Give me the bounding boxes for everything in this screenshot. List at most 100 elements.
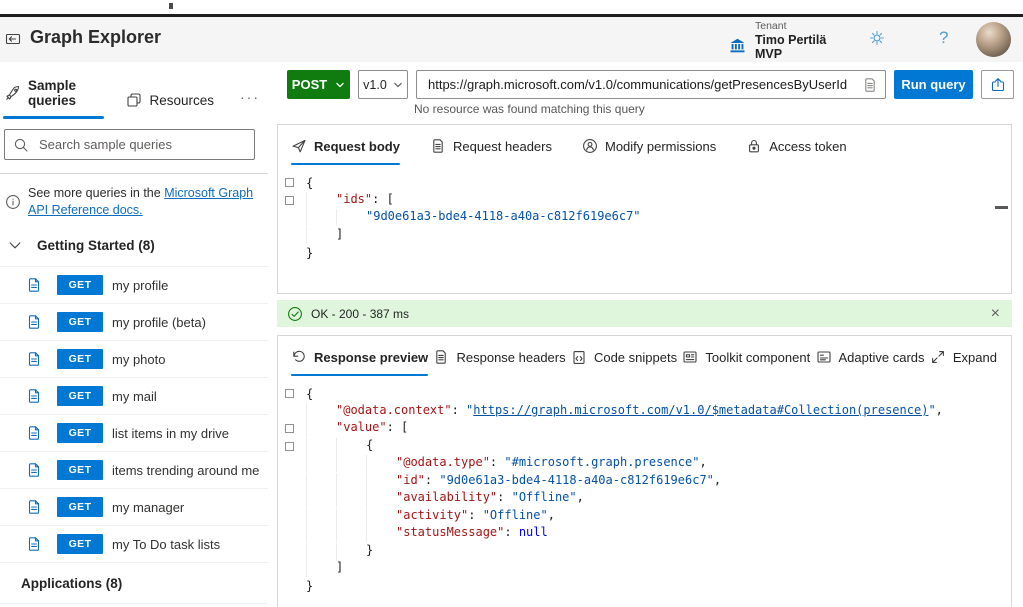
file-icon (26, 277, 42, 293)
code-line[interactable]: "@odata.type": "#microsoft.graph.presenc… (278, 455, 1011, 473)
tab-label: Request body (314, 139, 400, 154)
code-line[interactable]: ] (278, 227, 1011, 245)
method-badge: GET (57, 312, 103, 332)
tab-resources[interactable]: Resources (126, 92, 214, 119)
code-line[interactable]: { (278, 438, 1011, 456)
tenant-switcher[interactable]: Tenant Timo Pertilä MVP (729, 20, 826, 61)
tab-request-headers[interactable]: Request headers (430, 138, 552, 165)
code-line[interactable]: "availability": "Offline", (278, 490, 1011, 508)
run-query-button[interactable]: Run query (894, 70, 973, 99)
sample-query-label: my manager (112, 500, 184, 515)
query-url-input[interactable] (426, 76, 856, 93)
tab-expand[interactable]: Expand (930, 349, 997, 376)
code-line[interactable]: "statusMessage": null (278, 525, 1011, 543)
sample-query-my-to-do-task-lists[interactable]: GETmy To Do task lists (0, 525, 268, 562)
code-icon (571, 349, 587, 365)
sidebar-tabs: Sample queries Resources ··· (0, 62, 268, 119)
tab-label: Code snippets (594, 350, 677, 365)
code-text: ] (306, 560, 343, 577)
share-query-button[interactable] (981, 70, 1014, 99)
help-icon[interactable]: ? (939, 28, 948, 48)
fold-marker-icon[interactable] (282, 442, 297, 451)
tab-label: Response headers (456, 350, 565, 365)
fold-marker-icon[interactable] (282, 389, 297, 398)
tab-label: Access token (769, 139, 846, 154)
api-version-dropdown[interactable]: v1.0 (358, 70, 408, 99)
tab-label: Toolkit component (705, 350, 810, 365)
sample-query-my-manager[interactable]: GET my manager (0, 488, 268, 525)
tab-access-token[interactable]: Access token (746, 138, 846, 165)
code-line[interactable]: } (278, 244, 1011, 262)
request-tabs: Request body Request headers Modify permis… (278, 125, 1011, 165)
url-document-icon[interactable] (862, 77, 878, 93)
tab-label: Resources (149, 93, 214, 108)
code-line[interactable]: ] (278, 560, 1011, 578)
request-panel: Request body Request headers Modify permis… (277, 124, 1012, 294)
check-circle-icon (287, 306, 303, 322)
tab-modify-permissions[interactable]: Modify permissions (582, 138, 716, 165)
tab-label: Request headers (453, 139, 552, 154)
permissions-icon (582, 138, 598, 154)
search-input[interactable] (37, 136, 246, 153)
url-hint-text: No resource was found matching this quer… (414, 102, 1014, 116)
fold-marker-icon[interactable] (282, 424, 297, 433)
code-line[interactable]: } (278, 543, 1011, 561)
sample-query-list-items-in-my-drive[interactable]: GETlist items in my drive (0, 414, 268, 451)
fold-marker-icon[interactable] (282, 196, 297, 205)
tenant-name: Timo Pertilä (755, 33, 826, 47)
code-line[interactable]: { (278, 385, 1011, 403)
sample-query-items-trending-around-me[interactable]: GETitems trending around me (0, 451, 268, 488)
code-line[interactable]: "ids": [ (278, 192, 1011, 210)
code-line[interactable]: "@odata.context": "https://graph.microso… (278, 403, 1011, 421)
document-icon (433, 349, 449, 365)
more-icon[interactable]: ··· (240, 89, 260, 119)
tab-adaptive-cards[interactable]: Adaptive cards (816, 349, 925, 376)
sample-query-label: my To Do task lists (112, 537, 220, 552)
tab-toolkit-component[interactable]: Toolkit component (682, 349, 810, 376)
code-text: { (306, 438, 373, 455)
method-badge: GET (57, 275, 103, 295)
code-text: } (306, 543, 373, 560)
sample-query-my-profile[interactable]: GETmy profile (0, 266, 268, 303)
info-row: See more queries in the Microsoft Graph … (0, 174, 268, 218)
sidebar-group-batching-2[interactable]: Batching (2) (0, 603, 268, 607)
code-line[interactable]: "activity": "Offline", (278, 508, 1011, 526)
avatar[interactable] (976, 22, 1011, 57)
tab-sample-queries[interactable]: Sample queries (5, 78, 100, 119)
code-line[interactable]: "value": [ (278, 420, 1011, 438)
tab-label: Expand (953, 350, 997, 365)
tab-code-snippets[interactable]: Code snippets (571, 349, 677, 376)
close-icon[interactable]: × (989, 306, 1002, 322)
info-icon (5, 186, 21, 218)
chevron-down-icon (393, 80, 403, 90)
sidebar-group-getting-started[interactable]: Getting Started (8) (0, 218, 268, 253)
query-url-box (416, 70, 886, 99)
code-line[interactable]: "9d0e61a3-bde4-4118-a40a-c812f619e6c7" (278, 209, 1011, 227)
http-method-dropdown[interactable]: POST (287, 70, 350, 99)
collapse-sidebar-icon[interactable] (5, 31, 21, 50)
code-line[interactable]: } (278, 578, 1011, 596)
tab-request-body[interactable]: Request body (291, 138, 400, 165)
response-status-bar: OK - 200 - 387 ms × (277, 300, 1012, 327)
tab-response-headers[interactable]: Response headers (433, 349, 565, 376)
file-icon (26, 314, 42, 330)
fold-marker-icon[interactable] (282, 178, 297, 187)
browser-chrome-artifact (169, 3, 173, 9)
gear-icon[interactable] (869, 30, 885, 49)
method-badge: GET (57, 497, 103, 517)
send-icon (291, 138, 307, 154)
sidebar-group-applications-8[interactable]: Applications (8) (0, 562, 268, 603)
tab-response-preview[interactable]: Response preview (291, 349, 428, 376)
editor-overview-ruler-mark (995, 206, 1008, 209)
main-area: POST v1.0 Run query No resource was foun… (277, 62, 1023, 607)
active-tab-underline (3, 116, 104, 119)
tab-label: Sample queries (28, 78, 100, 108)
sample-query-my-mail[interactable]: GETmy mail (0, 377, 268, 414)
sample-query-my-photo[interactable]: GETmy photo (0, 340, 268, 377)
code-text: "availability": "Offline", (306, 490, 584, 507)
code-text: "9d0e61a3-bde4-4118-a40a-c812f619e6c7" (306, 209, 641, 226)
toolkit-icon (682, 349, 698, 365)
code-line[interactable]: { (278, 174, 1011, 192)
sample-query-my-profile-beta[interactable]: GETmy profile (beta) (0, 303, 268, 340)
code-line[interactable]: "id": "9d0e61a3-bde4-4118-a40a-c812f619e… (278, 473, 1011, 491)
